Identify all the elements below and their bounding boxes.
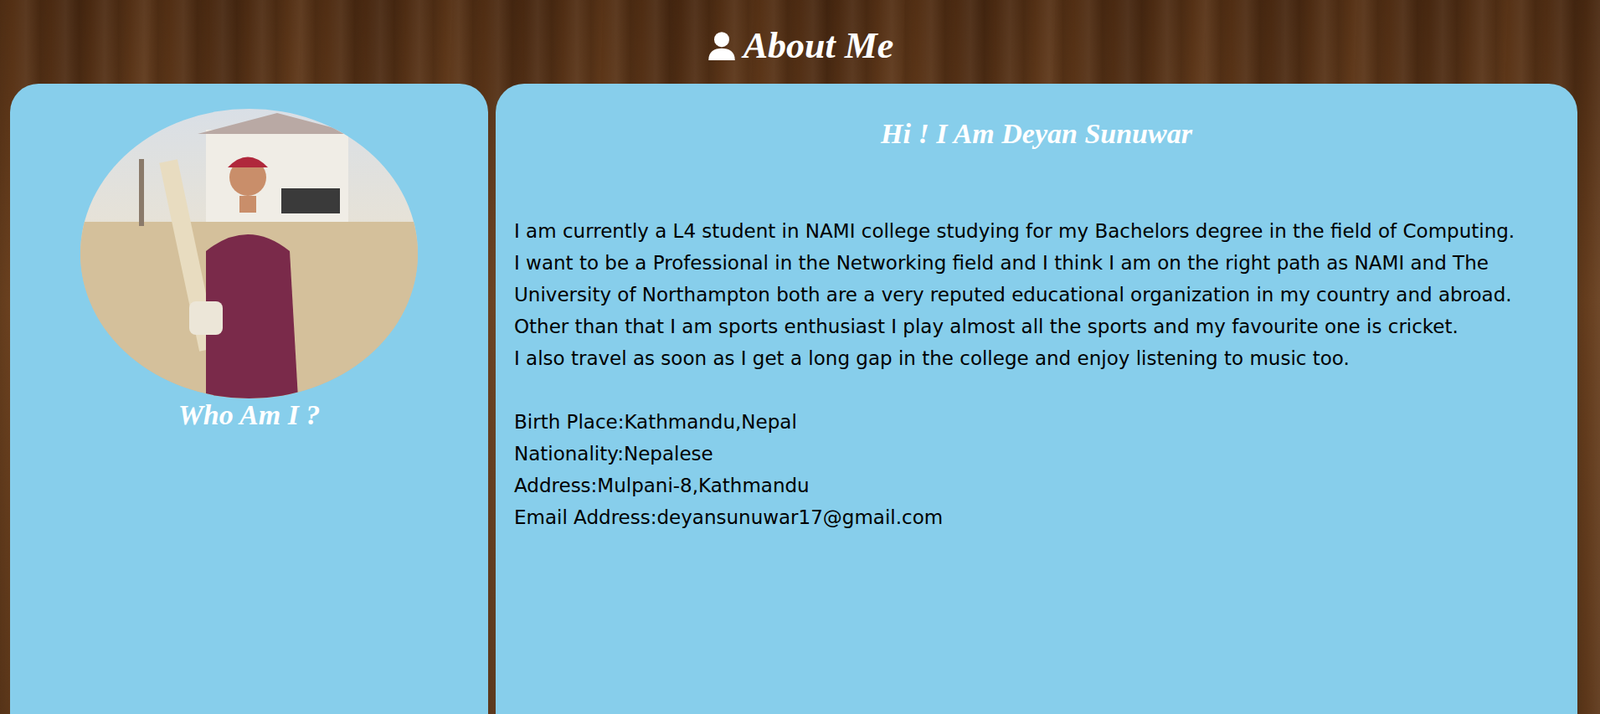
- detail-line: Address:Mulpani-8,Kathmandu: [514, 469, 1559, 502]
- spacer: [514, 374, 1559, 407]
- detail-line: Birth Place:Kathmandu,Nepal: [514, 406, 1559, 438]
- content-area: Who Am I ? Hi ! I Am Deyan Sunuwar I am …: [0, 83, 1600, 714]
- detail-line: Nationality:Nepalese: [514, 437, 1559, 470]
- user-icon: [706, 30, 737, 62]
- page-header: About Me: [0, 0, 1600, 84]
- intro-text: I am currently a L4 student in NAMI coll…: [514, 215, 1559, 534]
- intro-paragraph: Other than that I am sports enthusiast I…: [514, 310, 1559, 343]
- profile-card: Who Am I ?: [10, 83, 489, 714]
- profile-caption: Who Am I ?: [178, 398, 321, 433]
- intro-paragraph: I am currently a L4 student in NAMI coll…: [514, 215, 1559, 247]
- intro-paragraph: I also travel as soon as I get a long ga…: [514, 342, 1559, 375]
- intro-title: Hi ! I Am Deyan Sunuwar: [514, 117, 1559, 152]
- page-title: About Me: [743, 25, 895, 67]
- profile-photo: [80, 108, 418, 399]
- intro-card: Hi ! I Am Deyan Sunuwar I am currently a…: [495, 83, 1578, 714]
- intro-paragraph: I want to be a Professional in the Netwo…: [514, 246, 1559, 311]
- detail-line: Email Address:deyansunuwar17@gmail.com: [514, 501, 1559, 534]
